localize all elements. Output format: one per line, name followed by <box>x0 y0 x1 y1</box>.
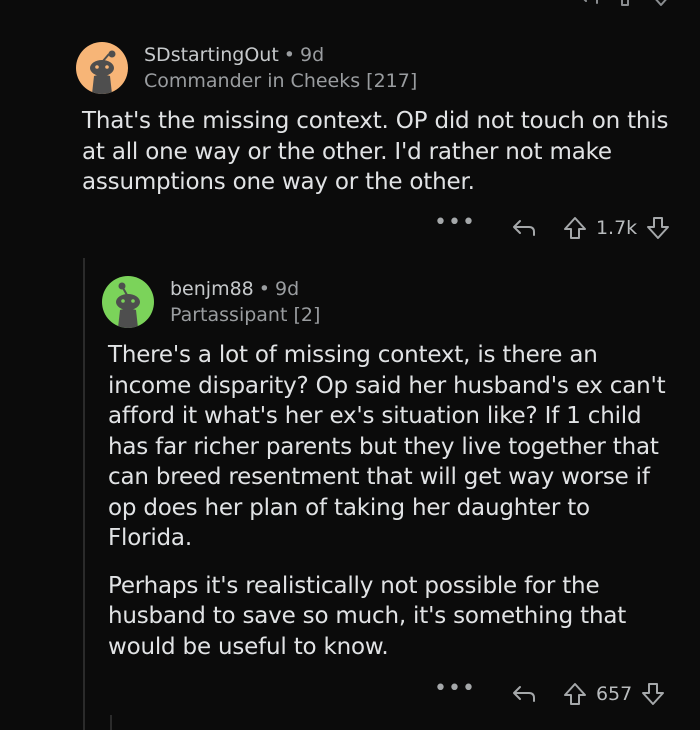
user-line: benjm88 • 9d <box>170 276 320 302</box>
separator-dot: • <box>283 44 295 66</box>
comment-actions: ••• 657 <box>434 678 666 710</box>
upvote-arrow-icon[interactable] <box>562 215 588 241</box>
user-line: SDstartingOut • 9d <box>144 42 417 68</box>
upvote-arrow-icon[interactable] <box>614 0 636 8</box>
comment-paragraph: Perhaps it's realistically not possible … <box>108 572 627 660</box>
username[interactable]: SDstartingOut <box>144 44 279 66</box>
comment-actions: ••• 1.7k <box>434 212 671 244</box>
vote-count: 657 <box>595 683 633 705</box>
comment-paragraph: There's a lot of missing context, is the… <box>108 342 666 551</box>
comment-meta: SDstartingOut • 9d Commander in Cheeks [21… <box>144 42 417 94</box>
thread-line <box>83 258 85 730</box>
separator-dot: • <box>258 278 270 300</box>
downvote-arrow-icon[interactable] <box>650 0 672 8</box>
username[interactable]: benjm88 <box>170 278 254 300</box>
comment-age: 9d <box>300 44 325 66</box>
user-flair: Partassipant [2] <box>170 304 321 326</box>
user-flair: Commander in Cheeks [217] <box>144 70 418 92</box>
downvote-arrow-icon[interactable] <box>640 681 666 707</box>
comment-age: 9d <box>274 278 300 300</box>
comment: benjm88 • 9d Partassipant [2] There's a lo… <box>102 276 682 662</box>
comment-paragraph: That's the missing context. OP did not t… <box>82 108 669 195</box>
avatar[interactable] <box>76 42 128 94</box>
snoo-avatar-icon <box>90 50 116 94</box>
avatar[interactable] <box>102 276 154 328</box>
comment-body: That's the missing context. OP did not t… <box>82 106 682 198</box>
reply-icon[interactable] <box>578 0 600 7</box>
comment-header: benjm88 • 9d Partassipant [2] <box>102 276 682 328</box>
upvote-arrow-icon[interactable] <box>562 681 588 707</box>
thread-line-nested <box>110 715 112 730</box>
more-options-icon[interactable]: ••• <box>434 212 476 234</box>
downvote-arrow-icon[interactable] <box>645 215 671 241</box>
comment-header: SDstartingOut • 9d Commander in Cheeks [21… <box>76 42 676 94</box>
comment-body: There's a lot of missing context, is the… <box>108 340 678 662</box>
comment-meta: benjm88 • 9d Partassipant [2] <box>170 276 320 328</box>
previous-comment-actions <box>578 0 672 8</box>
vote-count: 1.7k <box>595 217 638 239</box>
reply-icon[interactable] <box>510 216 538 240</box>
snoo-avatar-icon <box>116 282 140 328</box>
comment: SDstartingOut • 9d Commander in Cheeks [21… <box>76 42 676 198</box>
more-options-icon[interactable]: ••• <box>434 678 476 700</box>
reply-icon[interactable] <box>510 682 538 706</box>
